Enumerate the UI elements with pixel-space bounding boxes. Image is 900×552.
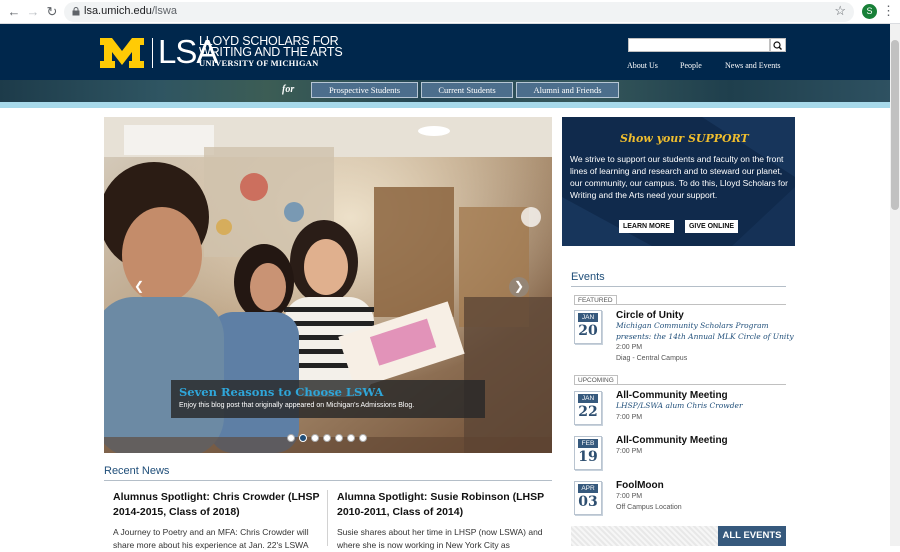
event-date-badge: APR 03 [574,481,602,515]
carousel-dot[interactable] [347,434,355,442]
slide-caption: Seven Reasons to Choose LSWA Enjoy this … [171,380,485,418]
carousel-next-button[interactable]: ❯ [509,277,529,297]
event-location: Diag - Central Campus [616,355,688,362]
back-arrow-icon[interactable]: ← [6,4,22,20]
event-location: Off Campus Location [616,504,682,511]
scrollbar-thumb[interactable] [891,40,899,210]
event-date-badge: JAN 20 [574,310,602,344]
event-time: 7:00 PM [616,414,643,421]
nav-about-us[interactable]: About Us [627,61,658,70]
event-time: 7:00 PM [616,493,643,500]
recent-news-heading: Recent News [104,465,170,477]
audience-for-label: for [282,84,295,95]
lock-icon [72,7,80,16]
search-icon [773,41,782,50]
nav-news-and-events[interactable]: News and Events [725,61,781,70]
event-day: 03 [578,494,598,510]
slide-caption-title[interactable]: Seven Reasons to Choose LSWA [179,385,383,399]
event-month: APR [578,484,598,493]
block-m-logo[interactable] [100,38,144,68]
news-headline[interactable]: Alumna Spotlight: Susie Robinson (LHSP 2… [337,490,551,520]
news-summary: A Journey to Poetry and an MFA: Chris Cr… [113,527,309,550]
url-host: lsa.umich.edu [84,5,152,17]
address-bar[interactable]: lsa.umich.edu/lswa ☆ [64,2,854,22]
news-summary: Susie shares about her time in LHSP (now… [337,527,543,550]
search-button[interactable] [770,38,786,52]
unit-name[interactable]: LLOYD SCHOLARS FOR WRITING AND THE ARTS … [199,35,343,69]
carousel-dot[interactable] [323,434,331,442]
event-date-badge: FEB 19 [574,436,602,470]
all-events-button[interactable]: ALL EVENTS [718,526,786,546]
news-item: Alumnus Spotlight: Chris Crowder (LHSP 2… [113,490,327,552]
upcoming-divider [574,384,786,385]
events-divider [571,286,786,287]
news-column-divider [327,490,328,546]
url-text: lsa.umich.edu/lswa [84,5,177,17]
support-panel: Show your SUPPORT We strive to support o… [562,117,795,246]
search-input[interactable] [628,38,770,52]
carousel-dot[interactable] [287,434,295,442]
learn-more-button[interactable]: LEARN MORE [619,220,674,233]
prospective-students-button[interactable]: Prospective Students [311,82,418,98]
site-header: LSA LLOYD SCHOLARS FOR WRITING AND THE A… [0,24,890,80]
event-day: 22 [578,404,598,420]
event-date-badge: JAN 22 [574,391,602,425]
profile-avatar[interactable]: S [862,4,877,19]
recent-news-divider [104,480,552,481]
give-online-button[interactable]: GIVE ONLINE [685,220,738,233]
event-time: 7:00 PM [616,448,643,455]
event-subtitle: Michigan Community Scholars Program pres… [616,321,794,341]
unit-name-line2: WRITING AND THE ARTS [199,45,343,59]
event-month: JAN [578,313,598,322]
url-path: /lswa [151,5,177,17]
support-text: We strive to support our students and fa… [570,154,788,200]
slide-caption-subtitle: Enjoy this blog post that originally app… [179,402,415,409]
event-subtitle: LHSP/LSWA alum Chris Crowder [616,401,743,410]
reload-icon[interactable]: ↻ [44,4,60,20]
current-students-button[interactable]: Current Students [421,82,513,98]
header-stripe [0,102,890,108]
nav-people[interactable]: People [680,61,702,70]
carousel-prev-button[interactable]: ❮ [129,277,149,297]
event-day: 20 [578,323,598,339]
support-title: Show your SUPPORT [620,132,749,145]
browser-toolbar: ← → ↻ lsa.umich.edu/lswa ☆ S ⋮ [0,0,900,24]
event-title[interactable]: All-Community Meeting [616,390,728,401]
carousel-dot[interactable] [335,434,343,442]
unit-name-line3: UNIVERSITY OF MICHIGAN [199,58,319,68]
event-title[interactable]: All-Community Meeting [616,435,728,446]
forward-arrow-icon[interactable]: → [25,4,41,20]
event-month: FEB [578,439,598,448]
event-title[interactable]: FoolMoon [616,480,664,491]
event-title[interactable]: Circle of Unity [616,310,684,321]
event-month: JAN [578,394,598,403]
event-day: 19 [578,449,598,465]
bookmark-star-icon[interactable]: ☆ [834,3,846,19]
featured-divider [574,304,786,305]
hero-carousel[interactable]: ❮ ❯ Seven Reasons to Choose LSWA Enjoy t… [104,117,552,453]
more-menu-icon[interactable]: ⋮ [882,3,895,19]
support-title-emphasis: SUPPORT [687,132,749,145]
carousel-dot-active[interactable] [299,434,307,442]
support-title-prefix: Show your [620,132,688,145]
all-events-hatch [571,526,718,546]
news-headline[interactable]: Alumnus Spotlight: Chris Crowder (LHSP 2… [113,490,327,520]
event-time: 2:00 PM [616,344,643,351]
alumni-and-friends-button[interactable]: Alumni and Friends [516,82,619,98]
carousel-dot[interactable] [311,434,319,442]
news-item: Alumna Spotlight: Susie Robinson (LHSP 2… [337,490,551,552]
logo-divider [152,38,153,68]
carousel-dot[interactable] [359,434,367,442]
events-heading: Events [571,271,605,283]
audience-bar: for Prospective Students Current Student… [0,80,890,102]
